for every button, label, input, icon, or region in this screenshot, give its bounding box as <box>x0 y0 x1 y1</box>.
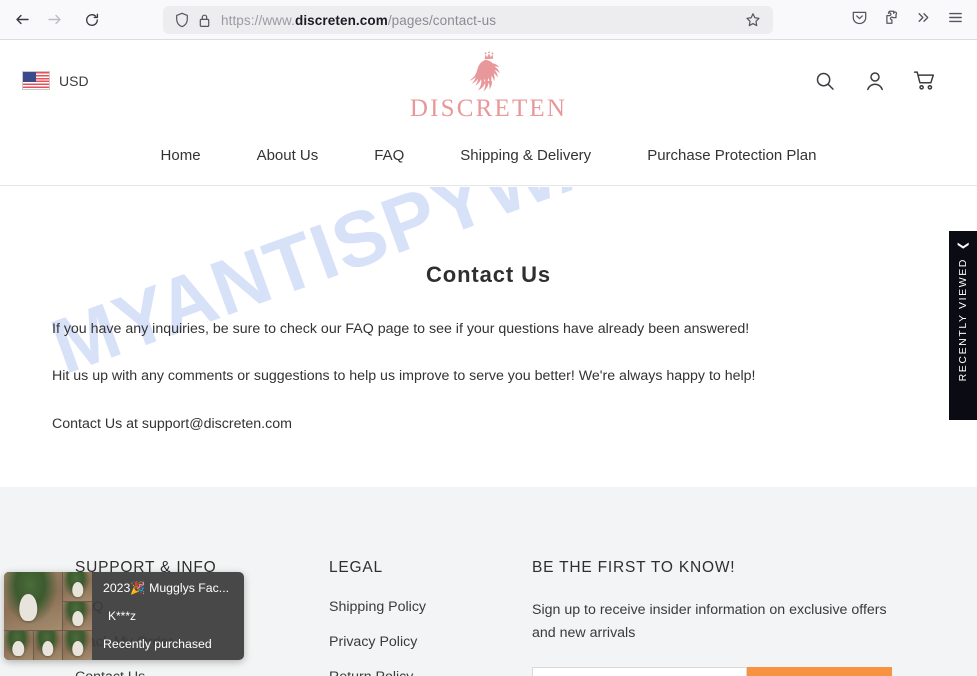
us-flag-icon <box>22 71 50 90</box>
nav-item-home[interactable]: Home <box>133 137 229 174</box>
footer-column-newsletter: BE THE FIRST TO KNOW! Sign up to receive… <box>532 559 932 676</box>
contact-paragraph-3: Contact Us at support@discreten.com <box>52 415 292 432</box>
extensions-button[interactable] <box>875 4 907 36</box>
chevron-up-icon: ❮ <box>957 240 970 251</box>
url-path: /pages/contact-us <box>387 12 497 28</box>
browser-toolbar: https://www.discreten.com/pages/contact-… <box>0 0 977 40</box>
url-scheme: https://www. <box>221 12 295 28</box>
product-collage-thumbnail <box>4 572 92 660</box>
recent-purchase-popup[interactable]: 2023🎉 Mugglys Fac... K***z Recently purc… <box>4 572 244 660</box>
url-domain: discreten.com <box>294 12 388 28</box>
newsletter-signup-form <box>532 667 892 676</box>
page-content: MYANTISPYWARE.COM Contact Us If you have… <box>0 187 977 487</box>
currency-selector[interactable]: USD <box>22 71 89 90</box>
footer-link-contact-us[interactable]: Contact Us <box>75 669 305 676</box>
footer-link-return-policy[interactable]: Return Policy <box>329 669 519 676</box>
contact-paragraph-2: Hit us up with any comments or suggestio… <box>52 368 756 385</box>
popup-status-text: Recently purchased <box>103 637 212 651</box>
back-button[interactable] <box>6 4 38 36</box>
footer-heading-newsletter: BE THE FIRST TO KNOW! <box>532 559 736 576</box>
padlock-icon[interactable] <box>193 10 215 30</box>
site-header: USD DISCRETEN Home About Us FAQ Shipping… <box>0 41 977 186</box>
extensions-icon <box>883 9 900 31</box>
app-menu-button[interactable] <box>939 4 971 36</box>
pocket-save-icon <box>851 9 868 31</box>
currency-label: USD <box>59 72 89 89</box>
nav-item-shipping-delivery[interactable]: Shipping & Delivery <box>432 137 619 174</box>
nav-item-about-us[interactable]: About Us <box>229 137 347 174</box>
header-action-icons <box>813 69 937 93</box>
footer-link-privacy-policy[interactable]: Privacy Policy <box>329 634 519 650</box>
newsletter-description: Sign up to receive insider information o… <box>532 602 887 641</box>
address-bar[interactable]: https://www.discreten.com/pages/contact-… <box>163 6 773 34</box>
popup-buyer-name: K***z <box>108 609 137 624</box>
reload-icon <box>84 12 100 28</box>
double-chevron-icon <box>915 9 932 31</box>
shopping-cart-icon[interactable] <box>913 69 937 93</box>
url-text: https://www.discreten.com/pages/contact-… <box>221 13 741 28</box>
forward-arrow-icon <box>46 11 63 28</box>
overflow-button[interactable] <box>907 4 939 36</box>
popup-product-title: 2023🎉 Mugglys Fac... <box>103 581 230 595</box>
search-icon[interactable] <box>813 69 837 93</box>
browser-nav-buttons <box>0 4 108 36</box>
recent-purchase-popup-body: 2023🎉 Mugglys Fac... K***z Recently purc… <box>92 572 244 660</box>
shield-icon[interactable] <box>171 10 193 30</box>
contact-paragraph-1: If you have any inquiries, be sure to ch… <box>52 321 750 337</box>
recently-viewed-tab[interactable]: ❮ RECENTLY VIEWED <box>949 231 977 420</box>
reload-button[interactable] <box>76 4 108 36</box>
page-title: Contact Us <box>425 262 552 287</box>
hamburger-menu-icon <box>947 9 964 31</box>
nav-item-purchase-protection-plan[interactable]: Purchase Protection Plan <box>619 137 844 174</box>
forward-button[interactable] <box>38 4 70 36</box>
footer-link-shipping-policy[interactable]: Shipping Policy <box>329 599 519 615</box>
crowned-woman-silhouette-icon <box>379 51 599 95</box>
star-icon[interactable] <box>741 8 765 32</box>
newsletter-subscribe-button[interactable] <box>747 667 892 676</box>
back-arrow-icon <box>14 11 31 28</box>
site-logo[interactable]: DISCRETEN <box>379 51 599 121</box>
logo-wordmark: DISCRETEN <box>409 95 568 122</box>
user-account-icon[interactable] <box>863 69 887 93</box>
newsletter-email-input[interactable] <box>532 667 747 676</box>
contact-body-copy: If you have any inquiries, be sure to ch… <box>52 319 852 461</box>
recently-viewed-label: RECENTLY VIEWED <box>957 258 969 382</box>
footer-heading-legal: LEGAL <box>329 559 383 576</box>
main-navigation: Home About Us FAQ Shipping & Delivery Pu… <box>0 137 977 174</box>
browser-toolbar-right <box>843 4 971 36</box>
nav-item-faq[interactable]: FAQ <box>346 137 432 174</box>
footer-column-legal: LEGAL Shipping Policy Privacy Policy Ret… <box>329 559 519 676</box>
pocket-save-button[interactable] <box>843 4 875 36</box>
